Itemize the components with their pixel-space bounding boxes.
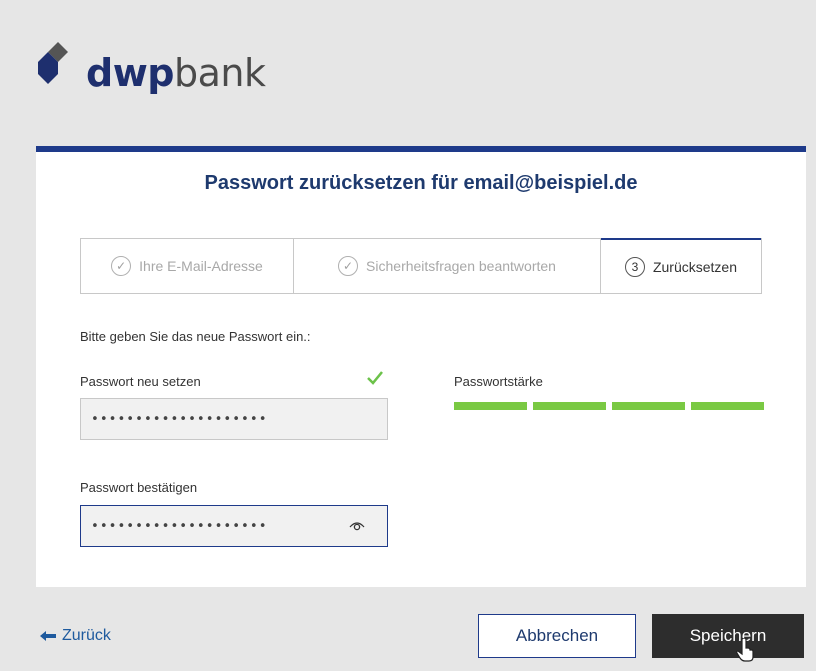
new-password-field[interactable]: •••••••••••••••••••• [80, 398, 388, 440]
page-title: Passwort zurücksetzen für email@beispiel… [204, 172, 638, 194]
back-link[interactable]: Zurück [40, 627, 111, 645]
new-password-label: Passwort neu setzen [80, 374, 201, 389]
step-number-icon: 3 [624, 256, 645, 277]
brand-name: dwpbank [86, 51, 266, 95]
step-email[interactable]: ✓ Ihre E-Mail-Adresse [81, 239, 294, 293]
save-button[interactable]: Speichern [652, 614, 804, 658]
hand-cursor-icon [736, 638, 754, 662]
strength-segment [691, 402, 764, 410]
password-strength-meter [454, 402, 764, 410]
step-label: Sicherheitsfragen beantworten [366, 258, 556, 274]
brand-light: bank [174, 51, 266, 95]
confirm-password-field[interactable]: •••••••••••••••••••• [80, 505, 388, 547]
strength-segment [612, 402, 685, 410]
confirm-password-value: •••••••••••••••••••• [91, 518, 268, 534]
form-intro: Bitte geben Sie das neue Passwort ein.: [80, 329, 311, 344]
reset-password-card: Passwort zurücksetzen für email@beispiel… [36, 146, 806, 587]
eye-icon[interactable] [349, 519, 365, 531]
check-circle-icon: ✓ [338, 256, 359, 276]
diamond-logo-icon [38, 42, 68, 84]
strength-segment [533, 402, 606, 410]
confirm-password-label: Passwort bestätigen [80, 480, 198, 495]
step-label: Ihre E-Mail-Adresse [139, 258, 263, 274]
cancel-button[interactable]: Abbrechen [478, 614, 636, 658]
dwpbank-logo: dwpbank [36, 40, 296, 100]
step-security-questions[interactable]: ✓ Sicherheitsfragen beantworten [294, 239, 601, 293]
step-label: Zurücksetzen [652, 258, 738, 275]
brand-bold: dwp [86, 51, 175, 95]
strength-segment [454, 402, 527, 410]
checkmark-icon [367, 371, 383, 385]
check-circle-icon: ✓ [111, 256, 132, 276]
step-indicator: ✓ Ihre E-Mail-Adresse ✓ Sicherheitsfrage… [80, 238, 762, 294]
arrow-left-icon [40, 631, 56, 641]
step-reset[interactable]: 3 Zurücksetzen [601, 238, 761, 293]
password-strength-label: Passwortstärke [454, 374, 543, 389]
back-label: Zurück [62, 627, 111, 644]
